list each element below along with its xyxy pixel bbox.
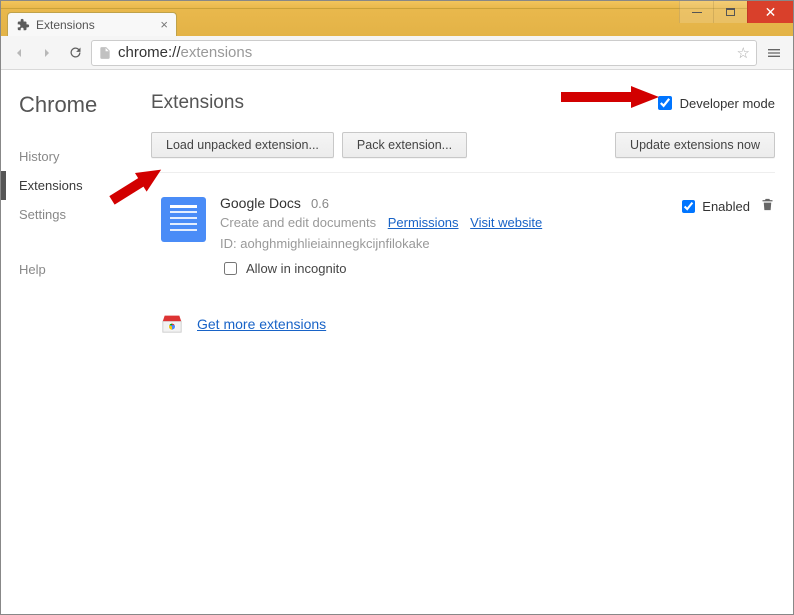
developer-mode-checkbox[interactable] bbox=[658, 96, 672, 110]
puzzle-piece-icon bbox=[16, 18, 30, 32]
sidebar-item-history[interactable]: History bbox=[19, 142, 151, 171]
main-header: Extensions Developer mode bbox=[151, 92, 775, 114]
sidebar-item-help[interactable]: Help bbox=[19, 255, 151, 284]
browser-toolbar: chrome://extensions ☆ bbox=[1, 36, 793, 70]
trash-icon[interactable] bbox=[760, 197, 775, 217]
allow-incognito-label: Allow in incognito bbox=[246, 261, 346, 276]
tab-close-icon[interactable]: × bbox=[160, 17, 168, 32]
allow-incognito-checkbox[interactable] bbox=[224, 262, 237, 275]
address-bar[interactable]: chrome://extensions ☆ bbox=[91, 40, 757, 66]
reload-button[interactable] bbox=[63, 41, 87, 65]
enabled-toggle[interactable]: Enabled bbox=[678, 197, 750, 216]
app-brand: Chrome bbox=[19, 92, 151, 118]
chrome-menu-button[interactable] bbox=[761, 40, 787, 66]
load-unpacked-button[interactable]: Load unpacked extension... bbox=[151, 132, 334, 158]
browser-tab[interactable]: Extensions × bbox=[7, 12, 177, 36]
chrome-web-store-icon bbox=[161, 312, 185, 336]
back-button[interactable] bbox=[7, 41, 31, 65]
window-minimize-button[interactable] bbox=[679, 1, 713, 23]
extension-description: Create and edit documents bbox=[220, 215, 376, 230]
permissions-link[interactable]: Permissions bbox=[388, 215, 459, 230]
get-more-extensions: Get more extensions bbox=[151, 312, 775, 336]
page-title: Extensions bbox=[151, 92, 244, 114]
page-content: Chrome History Extensions Settings Help … bbox=[1, 70, 793, 614]
developer-mode-label: Developer mode bbox=[680, 96, 775, 111]
extension-name: Google Docs bbox=[220, 195, 301, 211]
sidebar: Chrome History Extensions Settings Help bbox=[1, 70, 151, 614]
sidebar-item-extensions[interactable]: Extensions bbox=[1, 171, 151, 200]
extension-app-icon bbox=[161, 197, 206, 242]
tab-strip: Extensions × ✕ bbox=[1, 9, 793, 36]
developer-button-row: Load unpacked extension... Pack extensio… bbox=[151, 132, 775, 173]
enabled-label: Enabled bbox=[702, 199, 750, 214]
window-titlebar bbox=[1, 1, 793, 9]
bookmark-star-icon[interactable]: ☆ bbox=[737, 44, 750, 62]
page-icon bbox=[98, 46, 112, 60]
update-extensions-button[interactable]: Update extensions now bbox=[615, 132, 775, 158]
extension-id: ID: aohghmighlieiainnegkcijnfilokake bbox=[220, 236, 664, 251]
enabled-checkbox[interactable] bbox=[682, 200, 695, 213]
main-panel: Extensions Developer mode Load unpacked … bbox=[151, 70, 793, 614]
extension-version: 0.6 bbox=[311, 196, 329, 211]
tab-title: Extensions bbox=[36, 18, 95, 32]
sidebar-item-settings[interactable]: Settings bbox=[19, 200, 151, 229]
window-controls: ✕ bbox=[679, 1, 793, 23]
forward-button[interactable] bbox=[35, 41, 59, 65]
get-more-extensions-link[interactable]: Get more extensions bbox=[197, 316, 326, 332]
url-text: chrome://extensions bbox=[118, 44, 731, 61]
pack-extension-button[interactable]: Pack extension... bbox=[342, 132, 467, 158]
extension-row: Google Docs 0.6 Create and edit document… bbox=[151, 189, 775, 284]
allow-incognito-toggle[interactable]: Allow in incognito bbox=[220, 259, 664, 278]
developer-mode-toggle[interactable]: Developer mode bbox=[654, 93, 775, 113]
window-maximize-button[interactable] bbox=[713, 1, 747, 23]
visit-website-link[interactable]: Visit website bbox=[470, 215, 542, 230]
window-close-button[interactable]: ✕ bbox=[747, 1, 793, 23]
